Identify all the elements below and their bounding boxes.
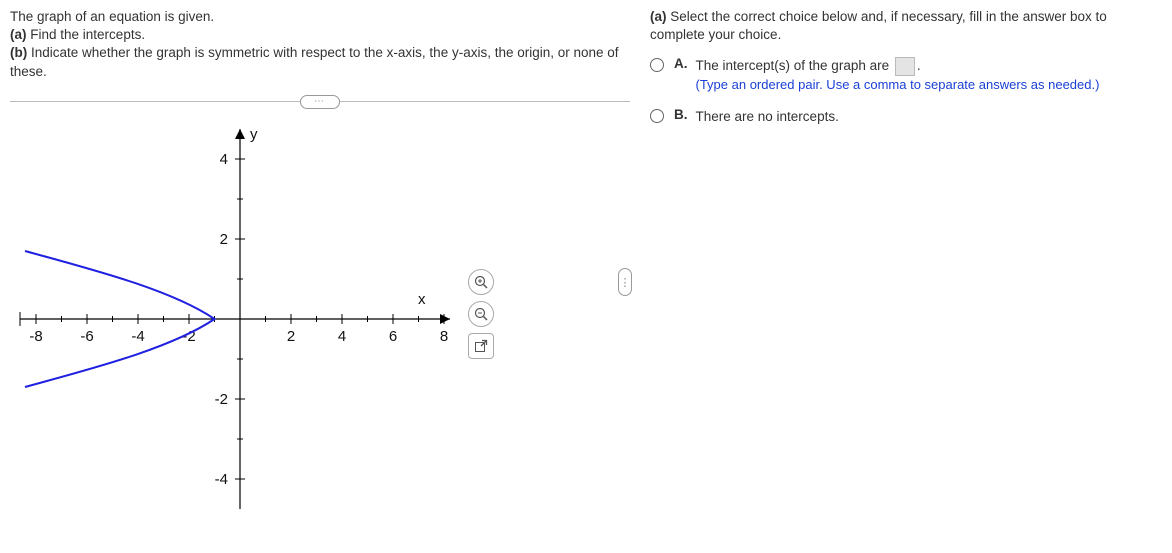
prompt-line-1: The graph of an equation is given.: [10, 8, 630, 26]
graph-svg: -8 -6 -4 -2 2 4 6 8 4 2 -2 -4 x y: [10, 119, 470, 519]
x-tick--8: -8: [29, 328, 42, 345]
graph-area: -8 -6 -4 -2 2 4 6 8 4 2 -2 -4 x y: [10, 119, 630, 519]
answer-header-prefix: (a): [650, 9, 667, 24]
x-tick-4: 4: [338, 328, 346, 345]
choice-a-period: .: [917, 58, 921, 73]
choice-b-text: There are no intercepts.: [696, 109, 839, 124]
y-tick--4: -4: [215, 471, 228, 488]
choice-a-hint: (Type an ordered pair. Use a comma to se…: [696, 76, 1100, 95]
answer-header-text: Select the correct choice below and, if …: [650, 9, 1107, 42]
zoom-out-button[interactable]: [468, 301, 494, 327]
prompt-b-label: (b): [10, 45, 27, 60]
popout-button[interactable]: [468, 333, 494, 359]
zoom-out-icon: [474, 307, 488, 321]
y-tick-4: 4: [220, 151, 228, 168]
x-tick-6: 6: [389, 328, 397, 345]
vertical-expand-button[interactable]: ⋮: [618, 268, 632, 296]
choice-b-label: B.: [674, 107, 688, 122]
answer-header: (a) Select the correct choice below and,…: [650, 8, 1162, 44]
y-tick--2: -2: [215, 391, 228, 408]
x-tick--6: -6: [80, 328, 93, 345]
divider-line-right: [340, 101, 630, 102]
prompt-line-3: (b) Indicate whether the graph is symmet…: [10, 44, 630, 80]
x-axis-label: x: [418, 291, 426, 308]
zoom-in-button[interactable]: [468, 269, 494, 295]
graph-tools: [468, 269, 494, 359]
y-tick-2: 2: [220, 231, 228, 248]
y-axis-arrow: [235, 129, 245, 139]
x-tick-2: 2: [287, 328, 295, 345]
problem-prompt: The graph of an equation is given. (a) F…: [10, 8, 630, 81]
zoom-in-icon: [474, 275, 488, 289]
choice-a-label: A.: [674, 56, 688, 71]
section-divider: ⋯: [10, 95, 630, 109]
intercepts-input[interactable]: [895, 57, 915, 76]
expand-button[interactable]: ⋯: [300, 95, 340, 109]
popout-icon: [474, 339, 488, 353]
prompt-a-label: (a): [10, 27, 27, 42]
choice-a-row: A. The intercept(s) of the graph are . (…: [650, 56, 1162, 95]
prompt-b-text: Indicate whether the graph is symmetric …: [10, 45, 619, 78]
prompt-a-text: Find the intercepts.: [30, 27, 145, 42]
y-axis-label: y: [250, 126, 258, 143]
choice-b-radio[interactable]: [650, 109, 664, 123]
choice-a-text: The intercept(s) of the graph are: [696, 58, 890, 73]
choice-b-row: B. There are no intercepts.: [650, 107, 1162, 127]
x-tick-8: 8: [440, 328, 448, 345]
prompt-line-2: (a) Find the intercepts.: [10, 26, 630, 44]
divider-line-left: [10, 101, 300, 102]
x-axis-arrow: [440, 314, 450, 324]
choice-a-radio[interactable]: [650, 58, 664, 72]
x-tick--4: -4: [131, 328, 144, 345]
